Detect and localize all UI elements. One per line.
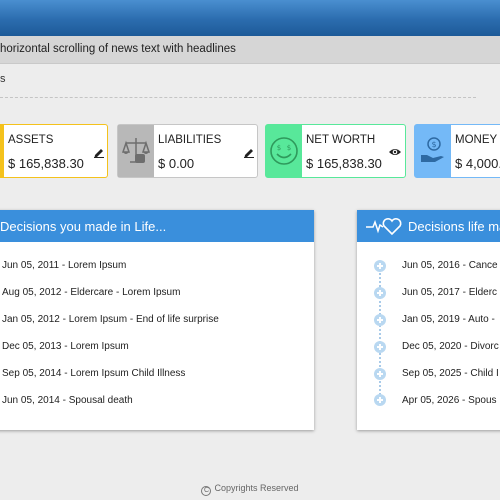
news-ticker-text: horizontal scrolling of news text with h…	[0, 43, 236, 55]
net-worth-icon-box: $ $	[266, 125, 302, 177]
liabilities-title: LIABILITIES	[158, 134, 222, 146]
net-worth-value: $ 165,838.30	[306, 156, 382, 171]
assets-accent-bar	[0, 125, 4, 177]
assets-value: $ 165,838.30	[8, 156, 84, 171]
decisions-you-made-panel: Decisions you made in Life... Jun 05, 20…	[0, 210, 314, 430]
copyright-icon: C	[201, 486, 212, 496]
list-item: Jun 05, 2011 - Lorem Ipsum	[2, 260, 127, 271]
decisions-you-made-header: Decisions you made in Life...	[0, 210, 314, 242]
edit-icon[interactable]	[243, 146, 255, 158]
decisions-life-made-panel: Decisions life ma Jun 05, 2016 - Cance J…	[357, 210, 500, 430]
list-item: Jun 05, 2016 - Cance	[402, 260, 498, 271]
list-item: Aug 05, 2012 - Eldercare - Lorem Ipsum	[2, 287, 181, 298]
footer: C Copyrights Reserved	[0, 483, 500, 496]
money-value: $ 4,000.	[455, 156, 500, 171]
top-header-bar	[0, 0, 500, 36]
svg-text:$: $	[431, 140, 436, 149]
list-item: Sep 05, 2014 - Lorem Ipsum Child Illness	[2, 368, 186, 379]
timeline-plus-icon[interactable]	[374, 341, 386, 353]
svg-text:$: $	[277, 144, 281, 152]
hand-coin-icon: $	[421, 137, 444, 162]
assets-card[interactable]: ASSETS $ 165,838.30	[0, 124, 108, 178]
edit-icon[interactable]	[93, 146, 105, 158]
money-icon-box: $	[415, 125, 451, 177]
timeline-plus-icon[interactable]	[374, 314, 386, 326]
sub-navigation-label[interactable]: s	[0, 73, 6, 85]
news-ticker: horizontal scrolling of news text with h…	[0, 36, 500, 64]
eye-icon[interactable]	[388, 147, 402, 157]
decisions-life-made-title: Decisions life ma	[408, 219, 500, 234]
assets-title: ASSETS	[8, 134, 54, 146]
svg-text:$: $	[287, 144, 291, 152]
decisions-life-made-header: Decisions life ma	[357, 210, 500, 242]
section-divider	[0, 97, 476, 98]
smiley-dollar-icon: $ $	[270, 137, 298, 165]
footer-text: Copyrights Reserved	[214, 483, 299, 493]
liabilities-icon-box	[118, 125, 154, 177]
list-item: Jun 05, 2017 - Elderc	[402, 287, 498, 298]
list-item: Dec 05, 2020 - Divorc	[402, 341, 499, 352]
list-item: Jun 05, 2014 - Spousal death	[2, 395, 133, 406]
net-worth-card[interactable]: $ $ NET WORTH $ 165,838.30	[265, 124, 406, 178]
list-item: Jan 05, 2019 - Auto -	[402, 314, 495, 325]
liabilities-card[interactable]: LIABILITIES $ 0.00	[117, 124, 258, 178]
decisions-you-made-title: Decisions you made in Life...	[0, 219, 167, 234]
timeline-plus-icon[interactable]	[374, 287, 386, 299]
sub-navigation: s	[0, 64, 500, 98]
money-title: MONEY I	[455, 134, 500, 146]
timeline-plus-icon[interactable]	[374, 260, 386, 272]
list-item: Jan 05, 2012 - Lorem Ipsum - End of life…	[2, 314, 219, 325]
money-card[interactable]: $ MONEY I $ 4,000.	[414, 124, 500, 178]
scale-icon	[122, 138, 150, 163]
timeline-plus-icon[interactable]	[374, 368, 386, 380]
list-item: Apr 05, 2026 - Spous	[402, 395, 497, 406]
net-worth-title: NET WORTH	[306, 134, 376, 146]
timeline-plus-icon[interactable]	[374, 394, 386, 406]
list-item: Sep 05, 2025 - Child I	[402, 368, 499, 379]
liabilities-value: $ 0.00	[158, 156, 195, 171]
heartbeat-heart-icon	[366, 217, 402, 236]
list-item: Dec 05, 2013 - Lorem Ipsum	[2, 341, 129, 352]
